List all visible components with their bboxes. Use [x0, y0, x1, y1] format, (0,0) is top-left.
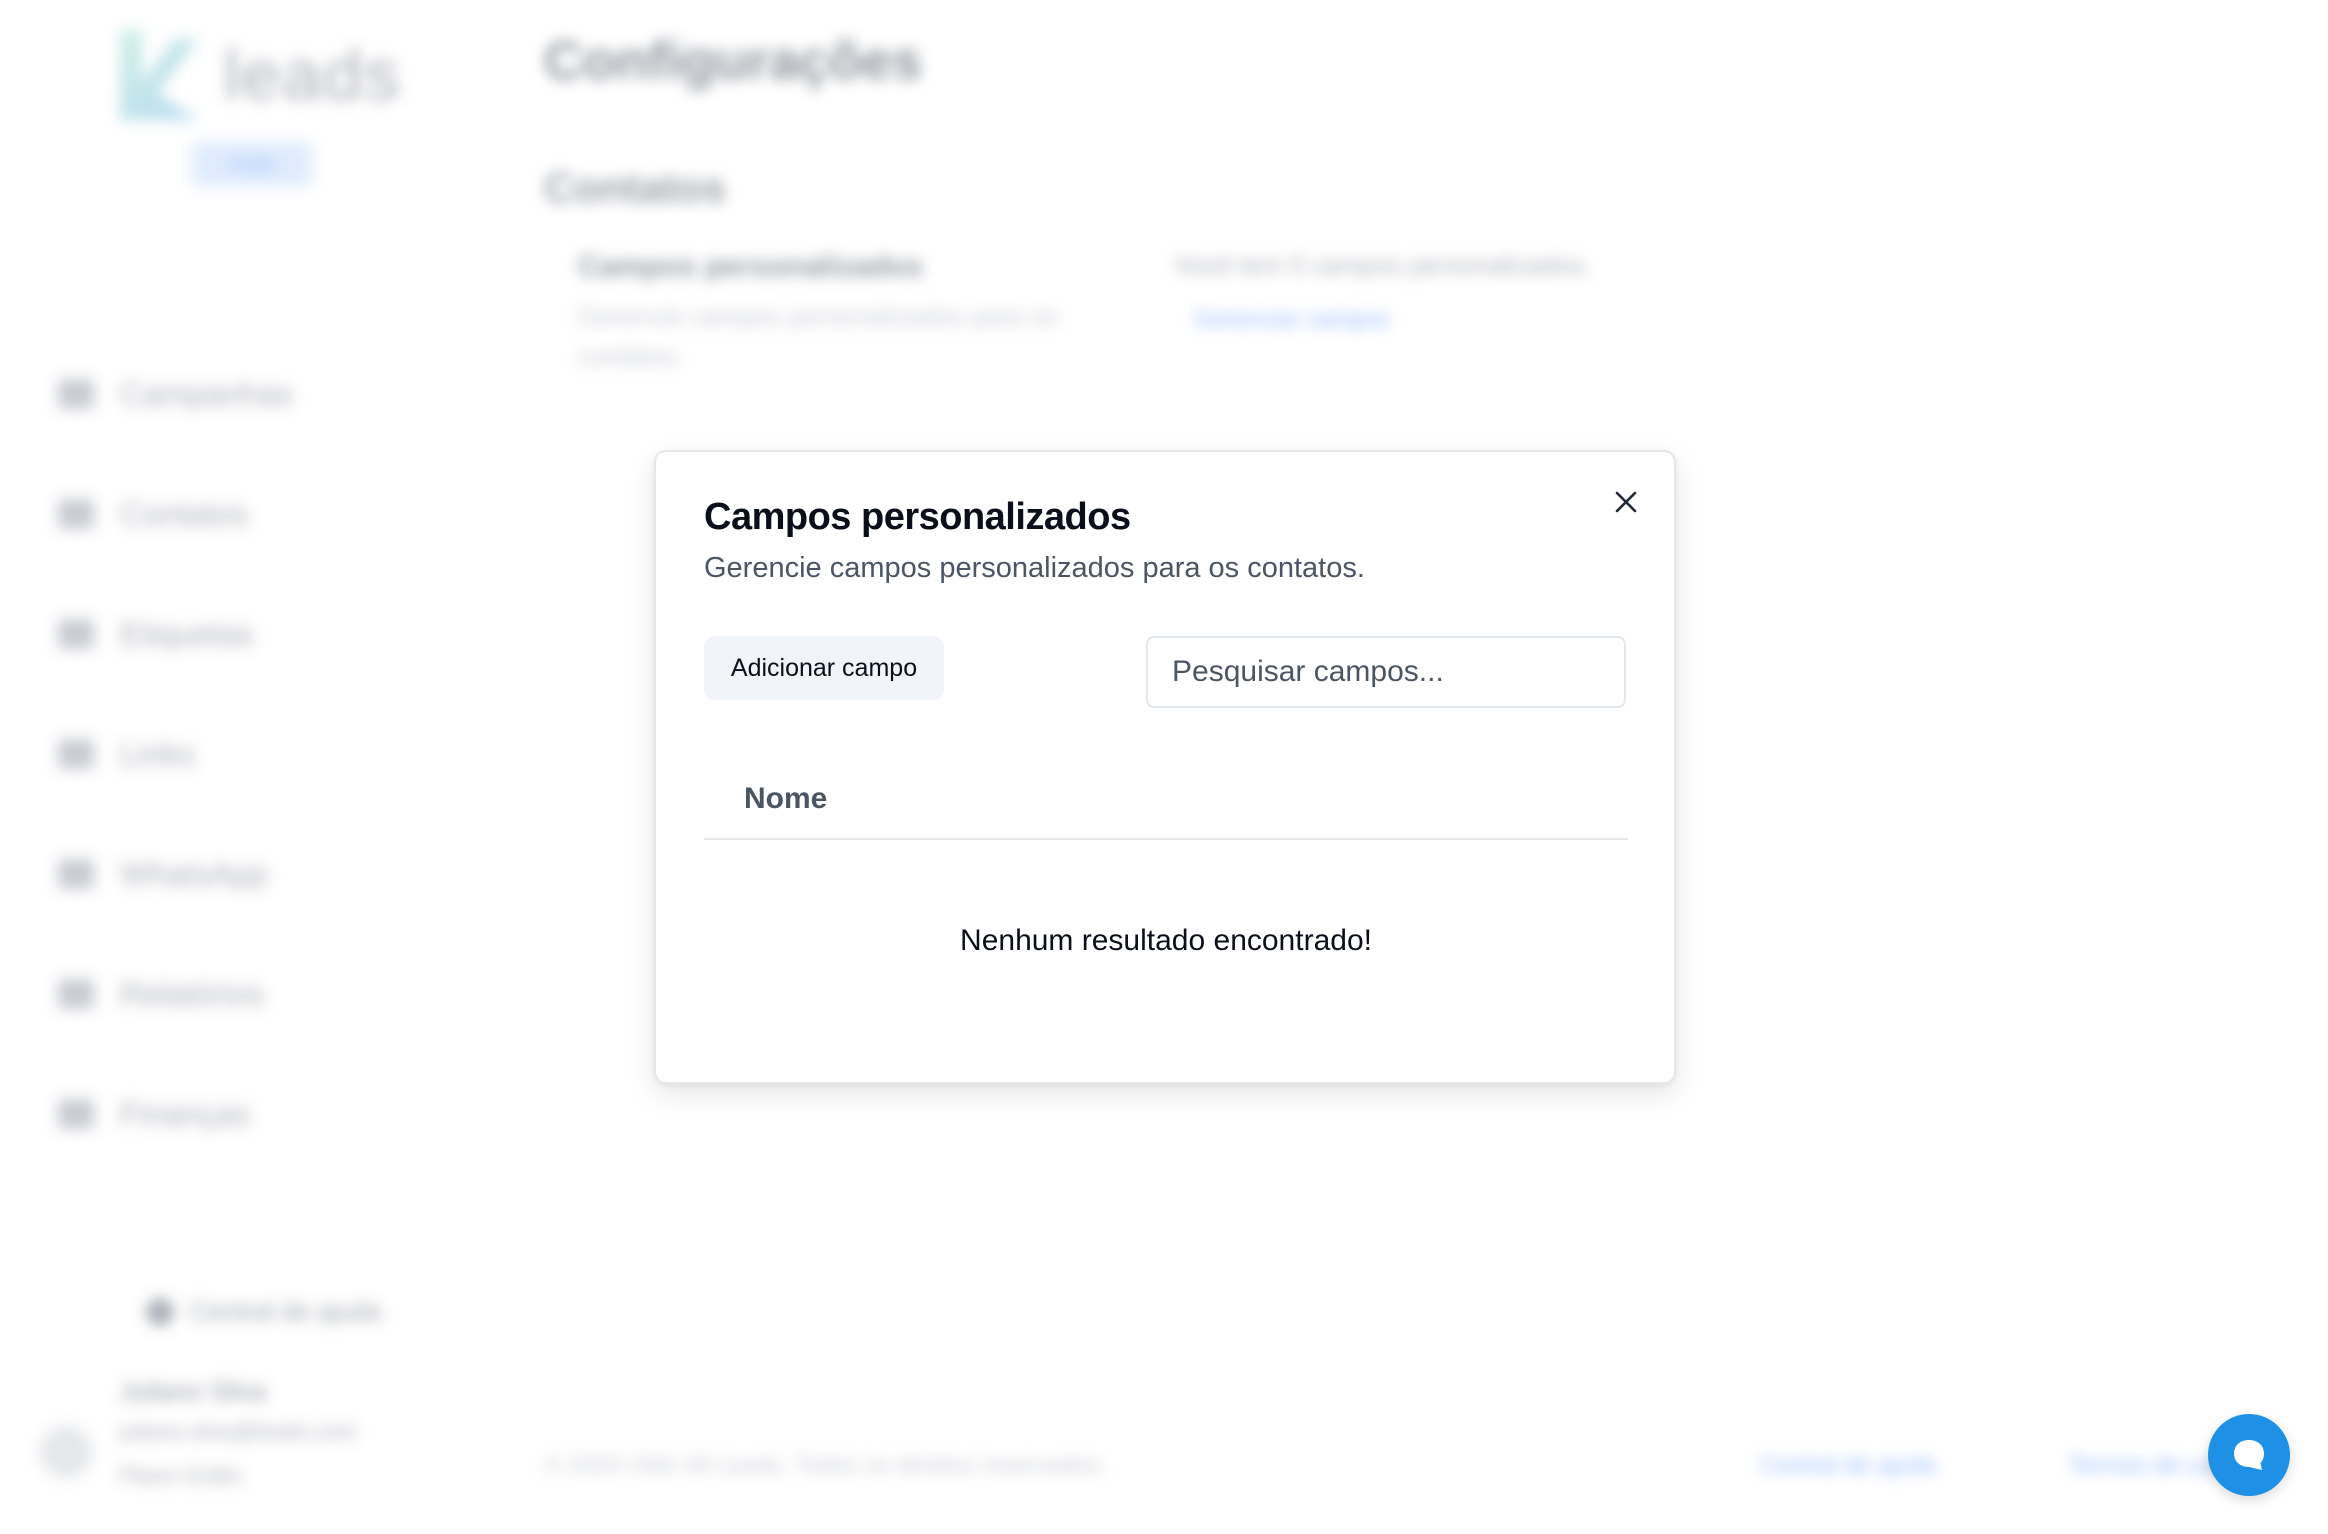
link-icon — [58, 739, 94, 769]
user-profile: Juliano Silva juliano.silva@leads.com Pl… — [40, 1376, 356, 1489]
add-field-button[interactable]: Adicionar campo — [704, 636, 944, 700]
user-plan: Plano Grátis — [120, 1463, 242, 1488]
sidebar-item-label: WhatsApp — [120, 855, 268, 892]
custom-fields-dialog: Campos personalizados Gerencie campos pe… — [654, 450, 1676, 1084]
sidebar-item-label: Relatórios — [120, 975, 265, 1012]
sidebar-item-whatsapp: WhatsApp — [58, 814, 293, 934]
sidebar-item-label: Contatos — [120, 495, 249, 532]
sidebar-item-label: Campanhas — [120, 375, 293, 412]
card-description: Gerencie campos personalizados para os c… — [578, 301, 1058, 371]
contacts-icon — [58, 499, 94, 529]
help-icon — [146, 1297, 174, 1326]
empty-state-message: Nenhum resultado encontrado! — [960, 924, 1372, 957]
sidebar-item-label: Etiquetas — [120, 615, 254, 652]
brand-name: leads — [224, 36, 402, 114]
sidebar-item-label: Links — [120, 735, 195, 772]
brand-logo: leads — [120, 30, 401, 120]
user-name: Juliano Silva — [120, 1376, 266, 1406]
user-email: juliano.silva@leads.com — [120, 1419, 357, 1444]
help-label: Central de ajuda — [190, 1296, 381, 1326]
avatar — [40, 1426, 92, 1478]
section-title: Contatos — [544, 164, 726, 211]
column-header-name: Nome — [744, 782, 828, 815]
card-info: Você tem 0 campos personalizados. — [1174, 250, 1592, 280]
page-title: Configurações — [544, 31, 923, 91]
logo-mark-icon — [120, 30, 198, 120]
dialog-subtitle: Gerencie campos personalizados para os c… — [704, 552, 1365, 584]
sidebar-item-etiquetas: Etiquetas — [58, 574, 293, 694]
footer-copyright: © 2025 Oilà! All Leads. Todos os direito… — [544, 1452, 1107, 1479]
sidebar-item-contatos: Contatos — [58, 454, 293, 574]
search-fields-input[interactable] — [1146, 636, 1626, 708]
manage-fields-link: Gerenciar campos — [1194, 306, 1391, 333]
sidebar-item-financas: Finanças — [58, 1054, 293, 1174]
help-center-link: Central de ajuda — [146, 1296, 381, 1327]
chart-icon — [58, 979, 94, 1009]
sidebar-item-label: Finanças — [120, 1095, 250, 1132]
sidebar: leads Grátis Campanhas Contatos Etiqueta… — [0, 0, 500, 1534]
sidebar-nav: Campanhas Contatos Etiquetas Links Whats… — [58, 334, 293, 1174]
card-title: Campos personalizados — [578, 250, 924, 283]
dialog-title: Campos personalizados — [704, 496, 1131, 538]
close-icon — [1615, 491, 1637, 513]
close-button[interactable] — [1608, 484, 1644, 520]
plan-badge: Grátis — [192, 142, 312, 186]
megaphone-icon — [58, 379, 94, 409]
whatsapp-icon — [58, 859, 94, 889]
sidebar-item-campanhas: Campanhas — [58, 334, 293, 454]
chat-bubble-icon — [2234, 1440, 2264, 1470]
chat-launcher-button[interactable] — [2208, 1414, 2290, 1496]
sidebar-item-relatorios: Relatórios — [58, 934, 293, 1054]
tag-icon — [58, 619, 94, 649]
footer-help-link: Central de ajuda — [1760, 1452, 1937, 1479]
footer-terms-link: Termos de uso — [2068, 1452, 2226, 1479]
table-header: Nome — [704, 758, 1628, 840]
wallet-icon — [58, 1099, 94, 1129]
sidebar-item-links: Links — [58, 694, 293, 814]
